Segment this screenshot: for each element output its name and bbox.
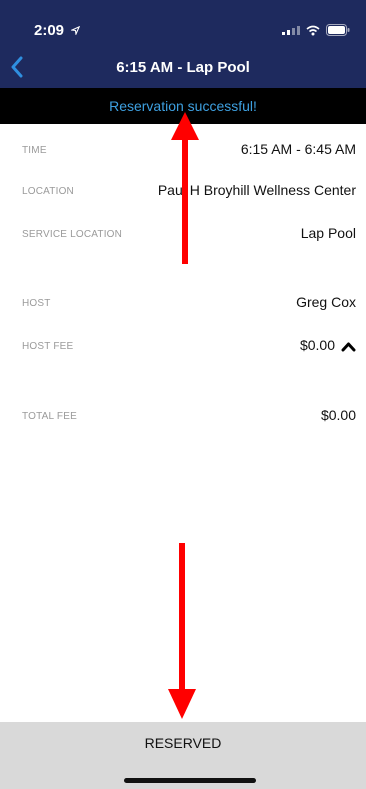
detail-row-host-fee[interactable]: HOST FEE $0.00 <box>0 336 366 360</box>
detail-label: HOST <box>22 298 51 309</box>
detail-value[interactable]: $0.00 <box>300 337 356 353</box>
annotation-arrow-up <box>171 112 199 264</box>
annotation-arrow-down <box>168 543 196 719</box>
page-title: 6:15 AM - Lap Pool <box>116 59 250 76</box>
detail-value: Greg Cox <box>296 294 356 310</box>
reserved-button-label: RESERVED <box>144 735 222 751</box>
detail-label: LOCATION <box>22 186 74 197</box>
home-indicator[interactable] <box>124 778 256 783</box>
detail-value: $0.00 <box>320 407 356 423</box>
chevron-up-icon[interactable] <box>341 341 356 352</box>
detail-row-host: HOST Greg Cox <box>0 293 366 317</box>
detail-value: Lap Pool <box>300 225 356 241</box>
app-header: 2:09 6:15 AM - Lap Pool <box>0 0 366 88</box>
wifi-icon <box>306 25 320 35</box>
status-time-text: 2:09 <box>34 22 65 39</box>
status-time: 2:09 <box>34 22 81 39</box>
detail-label: SERVICE LOCATION <box>22 229 123 240</box>
detail-label: TIME <box>22 145 47 156</box>
detail-label: HOST FEE <box>22 341 74 352</box>
reserved-button[interactable]: RESERVED <box>0 722 366 789</box>
detail-value: 6:15 AM - 6:45 AM <box>240 141 356 157</box>
location-arrow-icon <box>70 25 81 37</box>
host-fee-value: $0.00 <box>299 337 335 353</box>
signal-icon <box>282 25 300 35</box>
detail-row-total-fee: TOTAL FEE $0.00 <box>0 406 366 430</box>
detail-label: TOTAL FEE <box>22 411 77 422</box>
status-icons <box>282 24 350 36</box>
battery-icon <box>326 24 350 36</box>
